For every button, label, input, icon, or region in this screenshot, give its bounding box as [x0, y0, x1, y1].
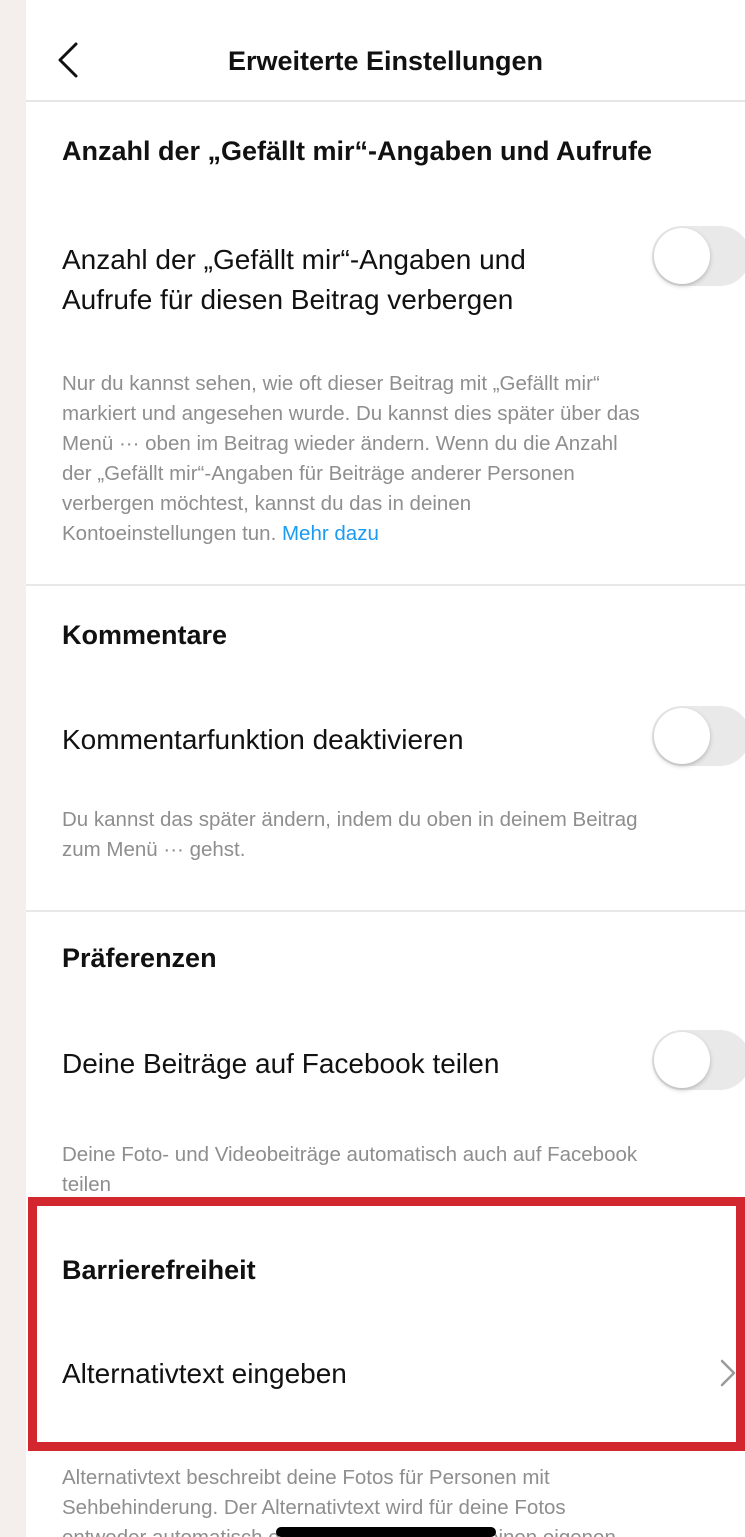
- likes-desc-line: Kontoeinstellungen tun.: [62, 522, 277, 545]
- section-divider: [26, 584, 745, 586]
- share-facebook-toggle[interactable]: [652, 1030, 745, 1090]
- likes-desc-line: Nur du kannst sehen, wie oft dieser Beit…: [62, 372, 600, 395]
- highlight-box: [28, 1197, 745, 1451]
- toggle-knob: [654, 1032, 710, 1088]
- likes-desc-line: der „Gefällt mir“-Angaben für Beiträge a…: [62, 462, 575, 485]
- likes-desc-last-line: Kontoeinstellungen tun. Mehr dazu: [62, 519, 745, 549]
- home-indicator[interactable]: [276, 1527, 496, 1537]
- accessibility-desc-line: Sehbehinderung. Der Alternativtext wird …: [62, 1496, 566, 1519]
- accessibility-description: Alternativtext beschreibt deine Fotos fü…: [62, 1463, 745, 1537]
- comments-description: Du kannst das später ändern, indem du ob…: [62, 805, 745, 865]
- likes-desc-line: Menü ··· oben im Beitrag wieder ändern. …: [62, 432, 618, 455]
- comments-desc-line: Du kannst das später ändern, indem du ob…: [62, 808, 638, 831]
- disable-comments-toggle[interactable]: [652, 706, 745, 766]
- preferences-section-title: Präferenzen: [62, 943, 217, 973]
- share-facebook-label: Deine Beiträge auf Facebook teilen: [62, 1048, 500, 1079]
- nav-header: Erweiterte Einstellungen: [26, 20, 745, 102]
- hide-likes-label-line1: Anzahl der „Gefällt mir“-Angaben und: [62, 244, 526, 275]
- preferences-desc-line: Deine Foto- und Videobeiträge automatisc…: [62, 1143, 638, 1166]
- preferences-desc-line: teilen: [62, 1173, 112, 1196]
- hide-likes-label: Anzahl der „Gefällt mir“-Angaben und Auf…: [62, 240, 526, 320]
- toggle-knob: [654, 228, 710, 284]
- comments-section-title: Kommentare: [62, 620, 228, 650]
- likes-description: Nur du kannst sehen, wie oft dieser Beit…: [62, 369, 745, 549]
- learn-more-link[interactable]: Mehr dazu: [282, 522, 379, 545]
- section-divider: [26, 910, 745, 912]
- page-title: Erweiterte Einstellungen: [227, 46, 544, 76]
- accessibility-desc-line: Alternativtext beschreibt deine Fotos fü…: [62, 1466, 550, 1489]
- preferences-description: Deine Foto- und Videobeiträge automatisc…: [62, 1140, 745, 1200]
- comments-desc-line: zum Menü ··· gehst.: [62, 838, 246, 861]
- likes-desc-line: markiert und angesehen wurde. Du kannst …: [62, 402, 640, 425]
- toggle-knob: [654, 708, 710, 764]
- likes-section-title: Anzahl der „Gefällt mir“-Angaben und Auf…: [62, 136, 653, 166]
- hide-likes-toggle[interactable]: [652, 226, 745, 286]
- likes-desc-line: verbergen möchtest, kannst du das in dei…: [62, 492, 472, 515]
- disable-comments-label: Kommentarfunktion deaktivieren: [62, 724, 464, 755]
- hide-likes-label-line2: Aufrufe für diesen Beitrag verbergen: [62, 284, 514, 315]
